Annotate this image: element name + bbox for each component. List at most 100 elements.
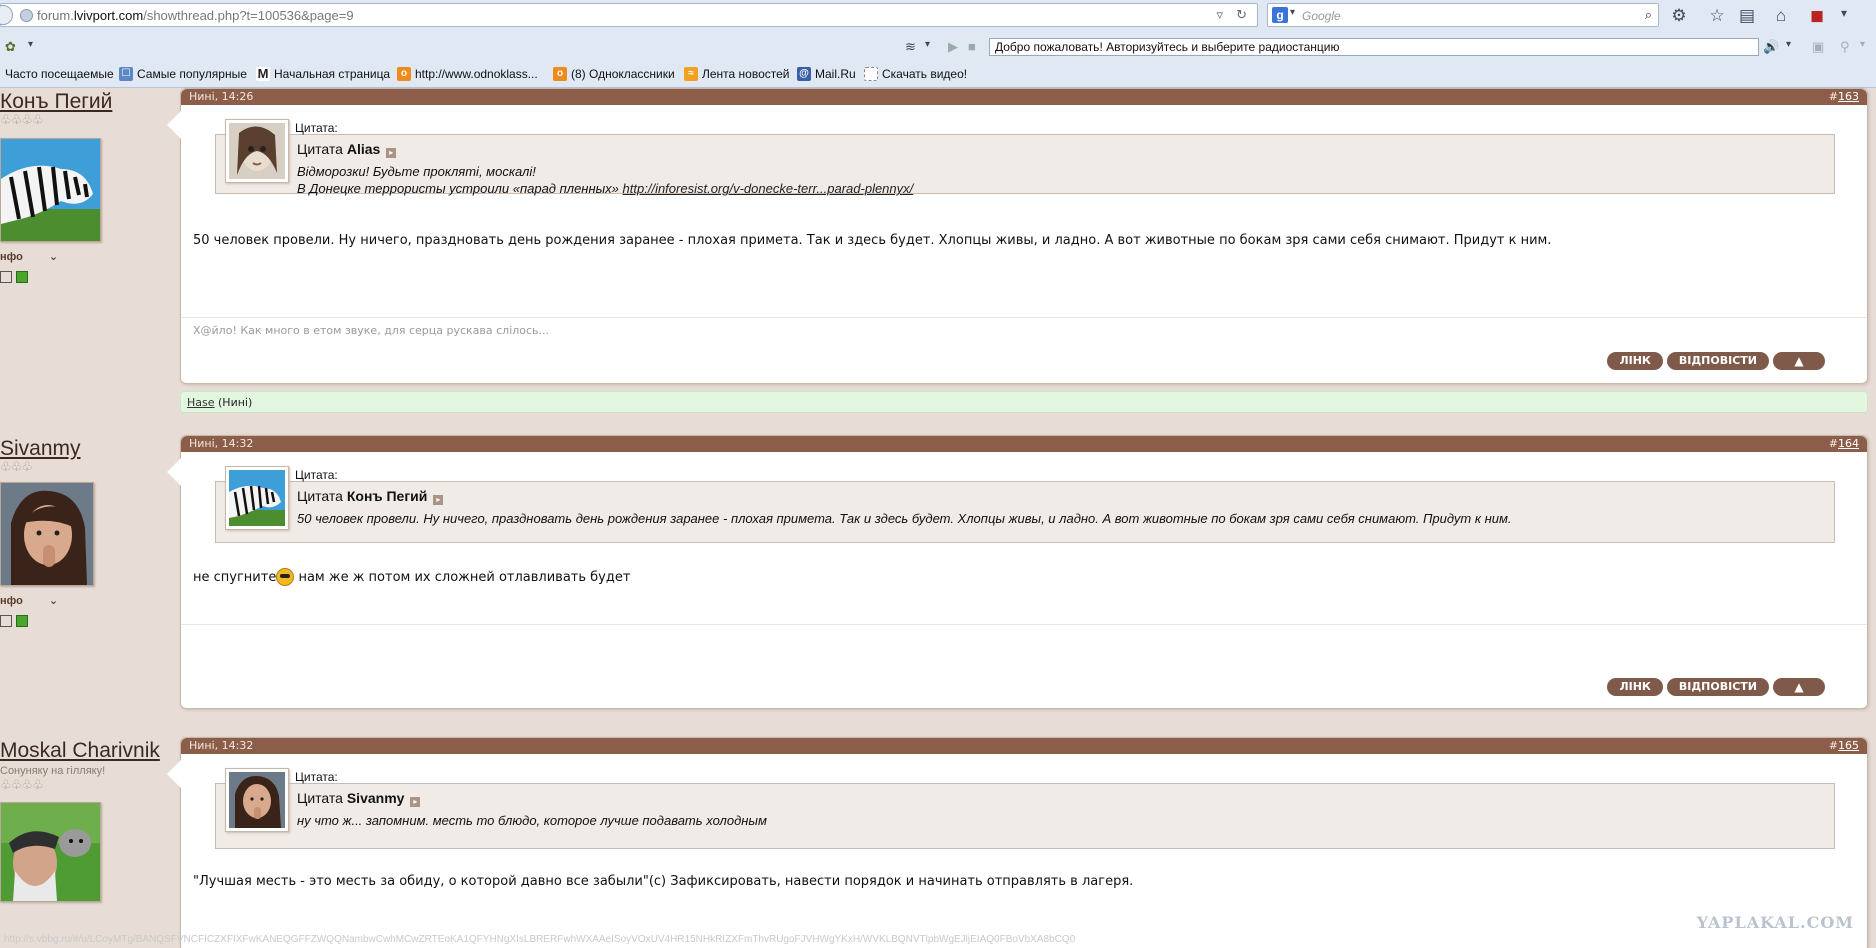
user-avatar[interactable] [0,802,101,902]
widget-icon[interactable]: ▣ [1812,39,1824,55]
quote-text: Відморозки! Будьте прокляті, москалі! В … [297,164,914,196]
reload-icon[interactable]: ↻ [1236,7,1247,23]
post-number-link[interactable]: #164 [1829,437,1859,450]
user-info: Конъ Пегий ♧♧♧♧ нфо ⌄ [0,88,175,323]
popular-icon: ☐ [119,67,133,81]
bookmark-star-icon[interactable]: ☆ [1706,6,1728,26]
stop-icon[interactable]: ■ [968,39,976,54]
user-avatar[interactable] [0,482,94,586]
search-bar[interactable]: g ▾ Google ⌕ [1267,3,1659,27]
addon-icon[interactable]: ⚙ [1668,6,1690,26]
post-text: "Лучшая месть - это месть за обиду, о ко… [193,874,1134,889]
mailru-icon: @ [797,67,811,81]
view-post-icon[interactable]: ▸ [386,148,397,158]
quote-author[interactable]: Alias [347,141,380,157]
view-post-icon[interactable]: ▸ [433,495,444,505]
thanks-user-link[interactable]: Hase [187,396,215,409]
post-number-link[interactable]: #163 [1829,90,1859,103]
smiley-icon [276,568,295,586]
bookmark-label: Скачать видео! [882,67,968,81]
online-status-icon [16,271,28,283]
post-text: не спугните нам же ж потом их сложней от… [193,568,631,586]
dropdown-icon[interactable]: ▿ [1216,7,1223,23]
home-icon[interactable]: ⌂ [1770,6,1792,26]
bookmark-item[interactable]: @ Mail.Ru [797,67,856,81]
toolbar-dropdown-icon[interactable]: ▾ [1860,39,1865,50]
radio-addon-icon[interactable]: ✿ [5,39,16,55]
user-signature: Х@йло! Как много в етом звуке, для серца… [181,317,1867,343]
sivanmy-avatar-image [229,772,285,828]
bookmark-item[interactable]: ☐ Самые популярные [119,67,247,81]
chevron-down-icon: ⌄ [48,251,59,263]
view-post-icon[interactable]: ▸ [410,797,421,807]
quote-avatar[interactable] [225,466,289,530]
blank-page-icon [864,67,878,81]
quote-avatar[interactable] [225,119,289,183]
quote-author[interactable]: Конъ Пегий [347,488,428,504]
post-buttons: ЛІНК ВІДПОВІСТИ ▲ [1607,678,1825,696]
message-icon[interactable] [0,615,12,627]
quote-author[interactable]: Sivanmy [347,790,405,806]
google-icon[interactable]: g [1272,7,1288,23]
quote-avatar[interactable] [225,768,289,832]
user-icons [0,271,28,283]
post-box: Нині, 14:32 #165 Цитата: Цитата Sivanmy ▸ [167,737,1868,948]
radio-status-field[interactable]: Добро пожаловать! Авторизуйтесь и выбери… [989,38,1759,56]
user-info-toggle[interactable]: нфо ⌄ [0,250,58,263]
bookmark-item[interactable]: o http://www.odnoklass... [397,67,538,81]
quote-block: Цитата: Цитата Конъ Пегий ▸ 50 человек пр… [215,466,1835,543]
username-link[interactable]: Конъ Пегий [0,90,112,114]
bookmark-item[interactable]: Скачать видео! [864,67,967,81]
menu-dropdown-icon[interactable]: ▾ [1833,6,1855,20]
site-identity-icon[interactable] [20,9,33,22]
post-pointer [167,458,181,486]
reply-button[interactable]: ВІДПОВІСТИ [1666,352,1769,370]
play-icon[interactable]: ▶ [948,39,958,55]
odnoklassniki-icon: o [397,67,411,81]
post-pointer [167,760,181,788]
reply-button[interactable]: ВІДПОВІСТИ [1666,678,1769,696]
quote-block: Цитата: Цитата Sivanmy ▸ ну что ж... запо… [215,768,1835,849]
quote-header: Цитата Конъ Пегий ▸ [297,488,444,505]
user-rating-stars: ♧♧♧♧ [0,112,44,127]
username-link[interactable]: Sivanmy [0,437,81,461]
volume-dropdown-icon[interactable]: ▾ [1786,39,1791,50]
thanks-bar: Hase (Нині) [180,391,1868,413]
user-rating-stars: ♧♧♧ [0,459,33,474]
wifi-icon[interactable]: ≋ [905,39,916,55]
back-icon[interactable] [0,5,13,25]
scroll-up-button[interactable]: ▲ [1773,678,1825,696]
zebra-avatar-image [229,470,285,526]
link-button[interactable]: ЛІНК [1607,352,1663,370]
bookmark-item[interactable]: M Начальная страница [256,67,390,81]
alias-avatar-image [229,123,285,179]
scroll-up-button[interactable]: ▲ [1773,352,1825,370]
pin-icon[interactable]: ⚲ [1840,39,1850,55]
bookmark-item[interactable]: Часто посещаемые [5,67,114,81]
quote-label: Цитата: [295,468,338,482]
engine-dropdown-icon[interactable]: ▾ [1290,7,1295,18]
extension-icon[interactable]: ◼ [1806,6,1828,26]
bookmark-label: http://www.odnoklass... [415,67,538,81]
wifi-dropdown-icon[interactable]: ▾ [925,39,930,50]
sivanmy-avatar-image [1,483,93,585]
post-box: Нині, 14:32 #164 Цитата: Цитата Конъ Пег… [167,435,1868,709]
post-number-link[interactable]: #165 [1829,739,1859,752]
user-avatar[interactable] [0,138,101,242]
bookmark-item[interactable]: o (8) Одноклассники [553,67,675,81]
volume-icon[interactable]: 🔊 [1763,39,1779,55]
url-text[interactable]: forum.lvivport.com/showthread.php?t=1005… [37,8,354,23]
address-bar[interactable]: forum.lvivport.com/showthread.php?t=1005… [0,3,1258,27]
radio-addon-dropdown-icon[interactable]: ▾ [28,39,33,50]
quote-text: 50 человек провели. Ну ничего, празднова… [297,511,1512,526]
quote-link[interactable]: http://inforesist.org/v-donecke-terr...p… [623,181,914,196]
link-button[interactable]: ЛІНК [1607,678,1663,696]
post-header: Нині, 14:26 #163 [181,89,1867,105]
bookmark-item[interactable]: ≈ Лента новостей [684,67,790,81]
message-icon[interactable] [0,271,12,283]
search-icon[interactable]: ⌕ [1645,7,1652,23]
username-link[interactable]: Moskal Charivnik [0,739,160,763]
user-info-toggle[interactable]: нфо ⌄ [0,594,58,607]
bookmarks-list-icon[interactable]: ▤ [1736,6,1758,26]
user-info: Moskal Charivnik Сонуняку на гілляку! ♧♧… [0,737,175,947]
